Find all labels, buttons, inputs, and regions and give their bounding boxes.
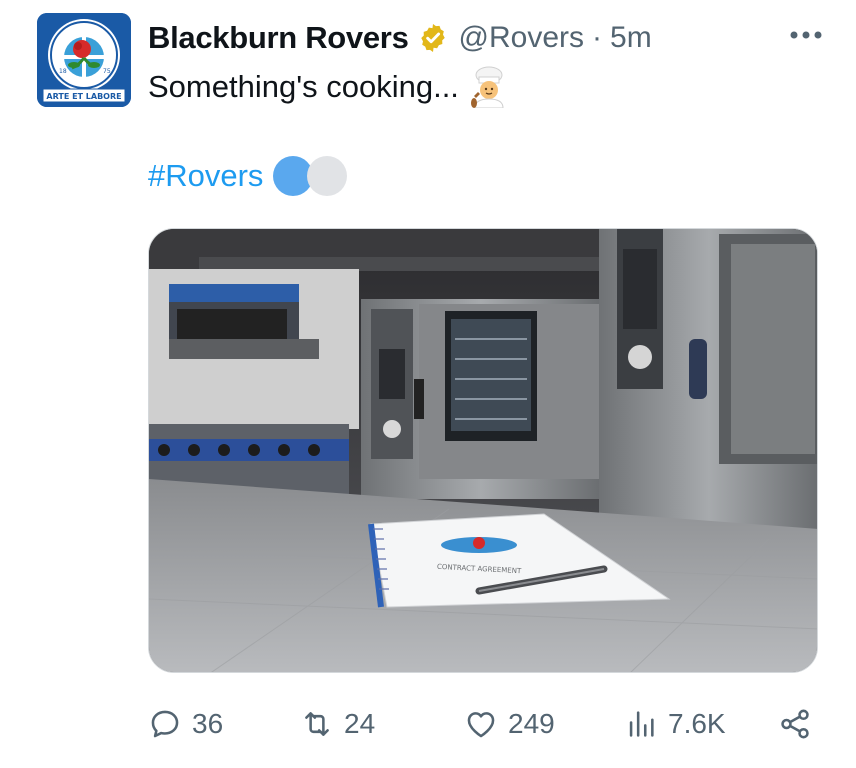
more-dots-icon[interactable]	[786, 20, 826, 50]
views-button[interactable]: 7.6K	[624, 700, 726, 748]
tweet-body: Something's cooking...	[148, 69, 459, 104]
author-name[interactable]: Blackburn Rovers	[148, 20, 409, 56]
club-crest-logo: ARTE ET LABORE 18 75	[37, 13, 131, 107]
author-handle[interactable]: @Rovers	[459, 21, 584, 55]
retweet-icon	[305, 712, 329, 736]
kitchen-contract-photo: CONTRACT AGREEMENT	[149, 229, 817, 672]
tweet-header: Blackburn Rovers @Rovers · 5m	[148, 14, 826, 62]
tweet-actions: 36 24 249 7.6K	[148, 700, 818, 748]
separator-dot: ·	[592, 21, 603, 54]
timestamp[interactable]: 5m	[610, 21, 652, 55]
hashtag-link[interactable]: #Rovers	[148, 158, 263, 194]
svg-text:75: 75	[103, 68, 111, 75]
views-chart-icon	[629, 711, 654, 737]
share-button[interactable]	[778, 700, 812, 748]
svg-text:ARTE ET LABORE: ARTE ET LABORE	[46, 92, 121, 101]
svg-text:18: 18	[59, 68, 67, 75]
tweet-text: Something's cooking...	[148, 66, 509, 109]
retweet-button[interactable]: 24	[300, 700, 375, 748]
hashtag-line: #Rovers	[148, 156, 348, 196]
chef-emoji-icon	[469, 66, 509, 109]
reply-button[interactable]: 36	[148, 700, 223, 748]
reply-icon	[151, 710, 179, 738]
like-count: 249	[508, 708, 555, 739]
heart-icon	[467, 712, 495, 738]
avatar[interactable]: ARTE ET LABORE 18 75	[37, 13, 131, 107]
verified-gold-badge-icon[interactable]	[417, 22, 449, 54]
like-button[interactable]: 249	[464, 700, 555, 748]
reply-count: 36	[192, 708, 224, 739]
white-circle-emoji-icon	[307, 156, 348, 196]
share-icon	[781, 709, 809, 739]
views-count: 7.6K	[668, 708, 726, 739]
tweet-media-image[interactable]: CONTRACT AGREEMENT	[148, 228, 818, 673]
retweet-count: 24	[344, 708, 376, 739]
